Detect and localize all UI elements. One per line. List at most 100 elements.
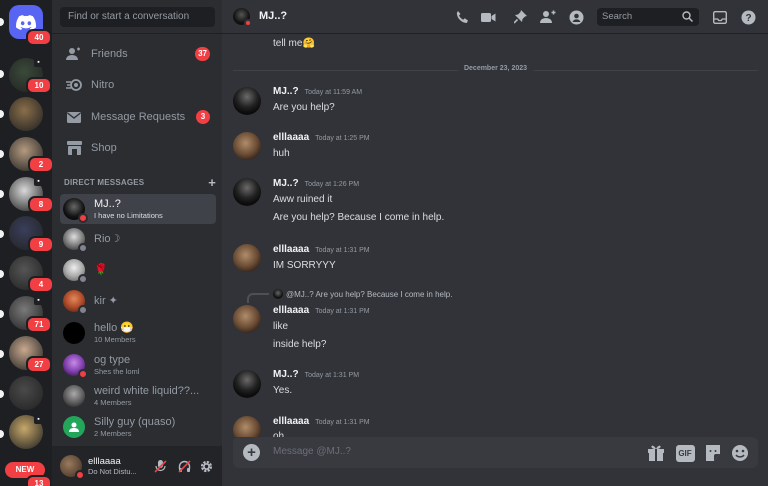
dm-item[interactable]: weird white liquid??... 4 Members bbox=[60, 381, 216, 411]
dm-status: I have no Limitations bbox=[94, 210, 163, 220]
message-avatar[interactable] bbox=[233, 416, 261, 437]
dm-members: 10 Members bbox=[94, 334, 136, 344]
dm-name: weird white liquid??... bbox=[94, 384, 200, 397]
server-icon[interactable] bbox=[9, 376, 43, 410]
author-name[interactable]: MJ..? bbox=[273, 86, 299, 97]
server-badge: 10 bbox=[26, 77, 52, 94]
author-name[interactable]: MJ..? bbox=[273, 178, 299, 189]
pinned-messages-icon[interactable] bbox=[512, 9, 528, 25]
nav-shop[interactable]: Shop bbox=[60, 135, 216, 161]
friends-badge: 37 bbox=[195, 47, 210, 61]
upload-plus-icon[interactable]: + bbox=[243, 444, 260, 461]
sticker-icon[interactable] bbox=[703, 443, 723, 463]
settings-gear-icon[interactable] bbox=[199, 459, 213, 473]
author-name[interactable]: elllaaaa bbox=[273, 132, 309, 143]
message-header: elllaaaa Today at 1:31 PM bbox=[273, 416, 370, 427]
dnd-status-icon bbox=[244, 19, 252, 27]
dm-members: 4 Members bbox=[94, 397, 132, 407]
chat-header: MJ..? Search ? bbox=[222, 0, 768, 34]
offline-status-icon bbox=[78, 274, 88, 284]
recipient-name[interactable]: MJ..? bbox=[259, 10, 287, 22]
message-avatar[interactable] bbox=[233, 370, 261, 398]
message-text: Aww ruined it bbox=[273, 194, 333, 205]
dm-name: hello 😷 bbox=[94, 321, 134, 334]
dm-item[interactable]: 🌹 bbox=[60, 255, 216, 285]
message-text: huh bbox=[273, 148, 290, 159]
reply-connector bbox=[247, 293, 269, 303]
dm-members: 2 Members bbox=[94, 428, 132, 438]
message-text: like bbox=[273, 321, 289, 332]
message-timestamp: Today at 1:31 PM bbox=[315, 308, 370, 315]
message-timestamp: Today at 11:59 AM bbox=[304, 89, 363, 96]
message-text: tell me🤗 bbox=[273, 38, 315, 49]
add-friends-to-dm-icon[interactable] bbox=[540, 9, 556, 25]
nitro-icon bbox=[65, 76, 83, 94]
message-avatar[interactable] bbox=[233, 87, 261, 115]
nav-friends[interactable]: Friends 37 bbox=[60, 41, 216, 67]
recipient-avatar[interactable] bbox=[233, 8, 252, 27]
message-header: MJ..? Today at 1:26 PM bbox=[273, 178, 359, 189]
dm-item[interactable]: og type Shes the loml bbox=[60, 350, 216, 380]
nav-label: Nitro bbox=[91, 79, 115, 91]
envelope-icon bbox=[65, 108, 83, 126]
dm-section-title: DIRECT MESSAGES bbox=[64, 178, 145, 187]
unread-pill bbox=[0, 70, 4, 78]
author-name[interactable]: elllaaaa bbox=[273, 416, 309, 427]
server-rail: 40 ▪ 10 2 ▪ 8 9 4 ▪ 71 27 ▪ NEW 13 bbox=[0, 0, 54, 486]
message-avatar[interactable] bbox=[233, 178, 261, 206]
server-notice-icon: ▪ bbox=[34, 296, 43, 305]
dm-name: Silly guy (quaso) bbox=[94, 415, 176, 428]
deafen-icon[interactable] bbox=[177, 459, 191, 473]
offline-status-icon bbox=[78, 243, 88, 253]
message-avatar[interactable] bbox=[233, 244, 261, 272]
find-conversation-button[interactable]: Find or start a conversation bbox=[60, 7, 215, 27]
user-panel: elllaaaa Do Not Distu... bbox=[52, 446, 222, 486]
message-list: tell me🤗 December 23, 2023 MJ..? Today at… bbox=[222, 35, 768, 437]
voice-call-icon[interactable] bbox=[454, 9, 470, 25]
help-icon[interactable]: ? bbox=[740, 9, 756, 25]
message-input[interactable]: Message @MJ..? bbox=[273, 446, 351, 457]
message-avatar[interactable] bbox=[233, 132, 261, 160]
gif-picker-icon[interactable]: GIF bbox=[675, 443, 695, 463]
user-avatar[interactable] bbox=[60, 455, 85, 480]
server-badge: 9 bbox=[28, 236, 54, 253]
dm-name: og type bbox=[94, 353, 131, 366]
author-name[interactable]: elllaaaa bbox=[273, 244, 309, 255]
svg-text:?: ? bbox=[745, 13, 751, 24]
dm-item[interactable]: Rio☽ bbox=[60, 224, 216, 254]
message-text: Are you help? bbox=[273, 102, 335, 113]
offline-status-icon bbox=[78, 305, 88, 315]
message-text: inside help? bbox=[273, 339, 327, 350]
group-avatar bbox=[63, 322, 85, 344]
unread-pill bbox=[0, 270, 4, 278]
dm-item[interactable]: kir ✦ bbox=[60, 286, 216, 316]
message-header: elllaaaa Today at 1:31 PM bbox=[273, 305, 370, 316]
server-icon[interactable] bbox=[9, 97, 43, 131]
reply-preview[interactable]: @MJ..? Are you help? Because I come in h… bbox=[273, 289, 452, 299]
dm-item[interactable]: Silly guy (quaso) 2 Members bbox=[60, 412, 216, 442]
message-text: Are you help? Because I come in help. bbox=[273, 212, 445, 223]
message-header: MJ..? Today at 11:59 AM bbox=[273, 86, 362, 97]
nav-label: Friends bbox=[91, 48, 128, 60]
mute-mic-icon[interactable] bbox=[153, 459, 167, 473]
nav-message-requests[interactable]: Message Requests 3 bbox=[60, 104, 216, 130]
friends-icon bbox=[65, 45, 83, 63]
author-name[interactable]: elllaaaa bbox=[273, 305, 309, 316]
create-dm-plus-icon[interactable]: + bbox=[208, 175, 216, 190]
search-input[interactable]: Search bbox=[597, 8, 699, 26]
message-timestamp: Today at 1:31 PM bbox=[304, 372, 360, 379]
nav-nitro[interactable]: Nitro bbox=[60, 72, 216, 98]
selected-indicator bbox=[0, 18, 4, 26]
emoji-icon[interactable] bbox=[730, 443, 750, 463]
author-name[interactable]: MJ..? bbox=[273, 369, 299, 380]
date-label: December 23, 2023 bbox=[457, 65, 534, 72]
inbox-icon[interactable] bbox=[712, 9, 728, 25]
message-avatar[interactable] bbox=[233, 305, 261, 333]
user-profile-icon[interactable] bbox=[568, 9, 584, 25]
dm-item[interactable]: hello 😷 10 Members bbox=[60, 318, 216, 348]
video-call-icon[interactable] bbox=[480, 9, 496, 25]
gift-icon[interactable] bbox=[646, 443, 666, 463]
dm-item[interactable]: MJ..? I have no Limitations bbox=[60, 194, 216, 224]
avatar bbox=[63, 354, 88, 379]
discord-logo-icon bbox=[16, 14, 36, 30]
